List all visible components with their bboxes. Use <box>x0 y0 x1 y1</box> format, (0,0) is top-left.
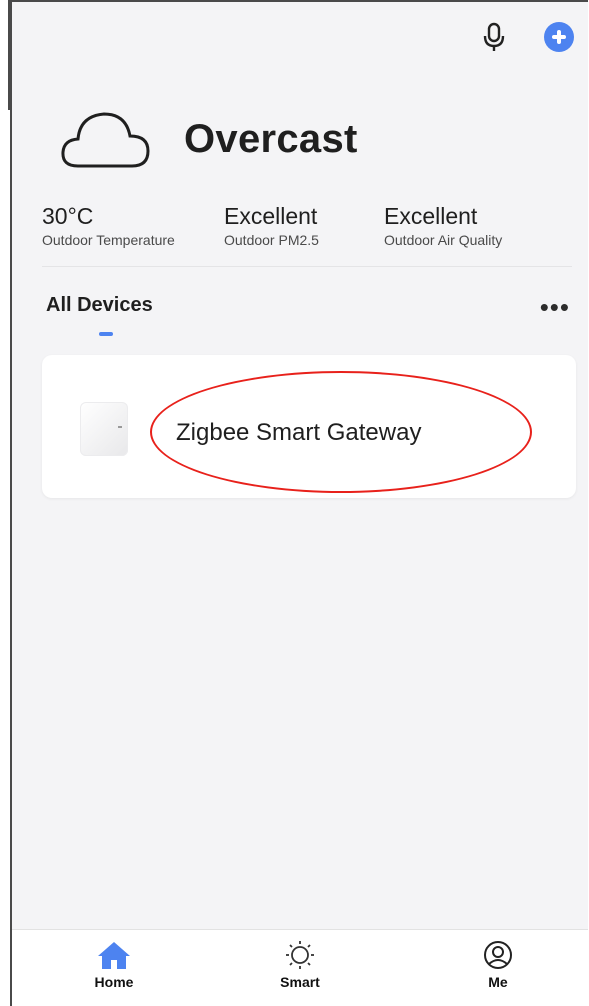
add-device-button[interactable] <box>544 22 574 52</box>
stat-pm25: Excellent Outdoor PM2.5 <box>224 202 384 248</box>
stat-label: Outdoor PM2.5 <box>224 232 319 248</box>
device-tabs: All Devices ••• <box>46 294 586 336</box>
highlight-annotation <box>150 371 532 493</box>
stat-label: Outdoor Air Quality <box>384 232 503 248</box>
user-circle-icon <box>484 941 512 969</box>
home-icon <box>98 942 130 969</box>
device-card[interactable]: Zigbee Smart Gateway <box>42 355 576 498</box>
tab-all-devices[interactable]: All Devices <box>46 294 586 317</box>
tab-home[interactable]: Home <box>74 940 154 990</box>
more-horizontal-icon[interactable]: ••• <box>540 294 570 320</box>
stat-value: Excellent <box>384 203 478 229</box>
section-divider <box>42 266 572 267</box>
tab-label: Me <box>488 974 508 990</box>
stat-value: Excellent <box>224 203 318 229</box>
weather-summary: Overcast <box>60 108 358 170</box>
cloud-icon <box>61 112 150 168</box>
stat-value: 30°C <box>42 203 94 229</box>
microphone-icon[interactable] <box>482 22 506 52</box>
stat-air-quality: Excellent Outdoor Air Quality <box>384 202 566 248</box>
stat-temperature: 30°C Outdoor Temperature <box>42 202 224 248</box>
tab-me[interactable]: Me <box>458 940 538 990</box>
top-actions <box>482 22 574 52</box>
bottom-tab-bar: Home Smart Me <box>12 929 588 1006</box>
tab-smart[interactable]: Smart <box>260 940 340 990</box>
stat-label: Outdoor Temperature <box>42 232 175 248</box>
sun-icon <box>286 941 314 969</box>
app-screen: Overcast 30°C Outdoor Temperature Excell… <box>10 0 588 1006</box>
tab-label: Home <box>94 974 134 990</box>
active-tab-indicator <box>99 332 113 336</box>
weather-condition: Overcast <box>184 116 358 161</box>
gateway-device-icon <box>80 402 128 456</box>
window-edge <box>0 0 10 110</box>
tab-label: Smart <box>280 974 320 990</box>
weather-stats: 30°C Outdoor Temperature Excellent Outdo… <box>42 202 582 248</box>
